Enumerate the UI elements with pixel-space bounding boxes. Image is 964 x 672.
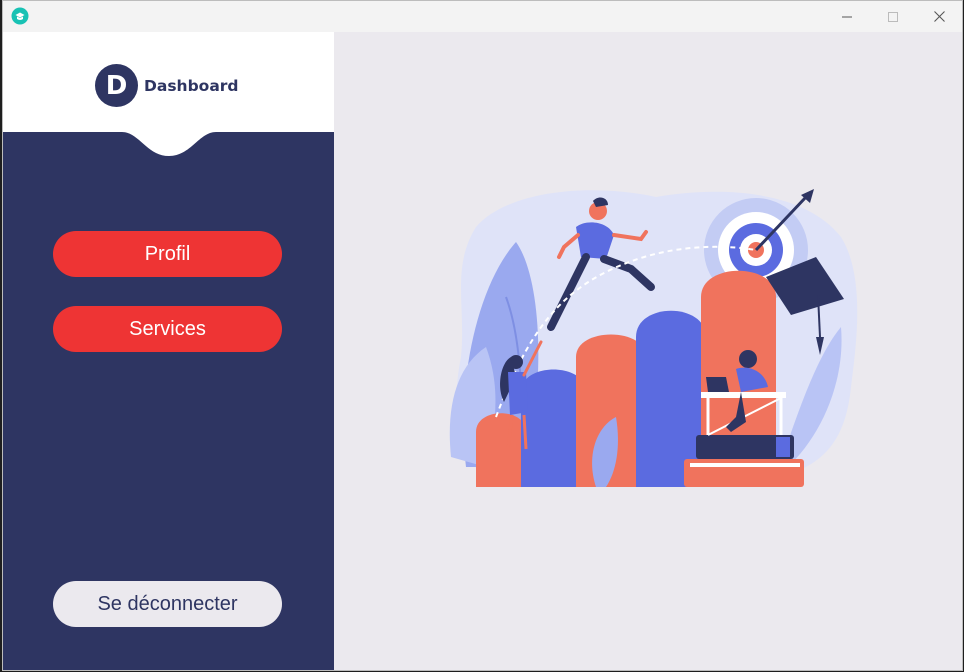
profil-button[interactable]: Profil (53, 231, 282, 277)
maximize-icon (888, 11, 898, 22)
logout-button[interactable]: Se déconnecter (53, 581, 282, 627)
sidebar: D Dashboard Profil Services Se déconnect… (3, 32, 334, 670)
logo-badge: D (95, 64, 138, 107)
sidebar-header: D Dashboard (3, 32, 334, 162)
close-button[interactable] (916, 1, 962, 32)
dashboard-logo: D Dashboard (95, 64, 239, 107)
services-button[interactable]: Services (53, 306, 282, 352)
app-logo-icon (11, 7, 29, 25)
maximize-button[interactable] (870, 1, 916, 32)
minimize-button[interactable] (824, 1, 870, 32)
minimize-icon (842, 16, 852, 17)
main-content (334, 32, 962, 670)
education-success-illustration (449, 189, 858, 487)
app-window: D Dashboard Profil Services Se déconnect… (2, 0, 963, 671)
title-bar[interactable] (3, 1, 962, 32)
logo-text: Dashboard (144, 76, 239, 95)
close-icon (933, 11, 945, 22)
